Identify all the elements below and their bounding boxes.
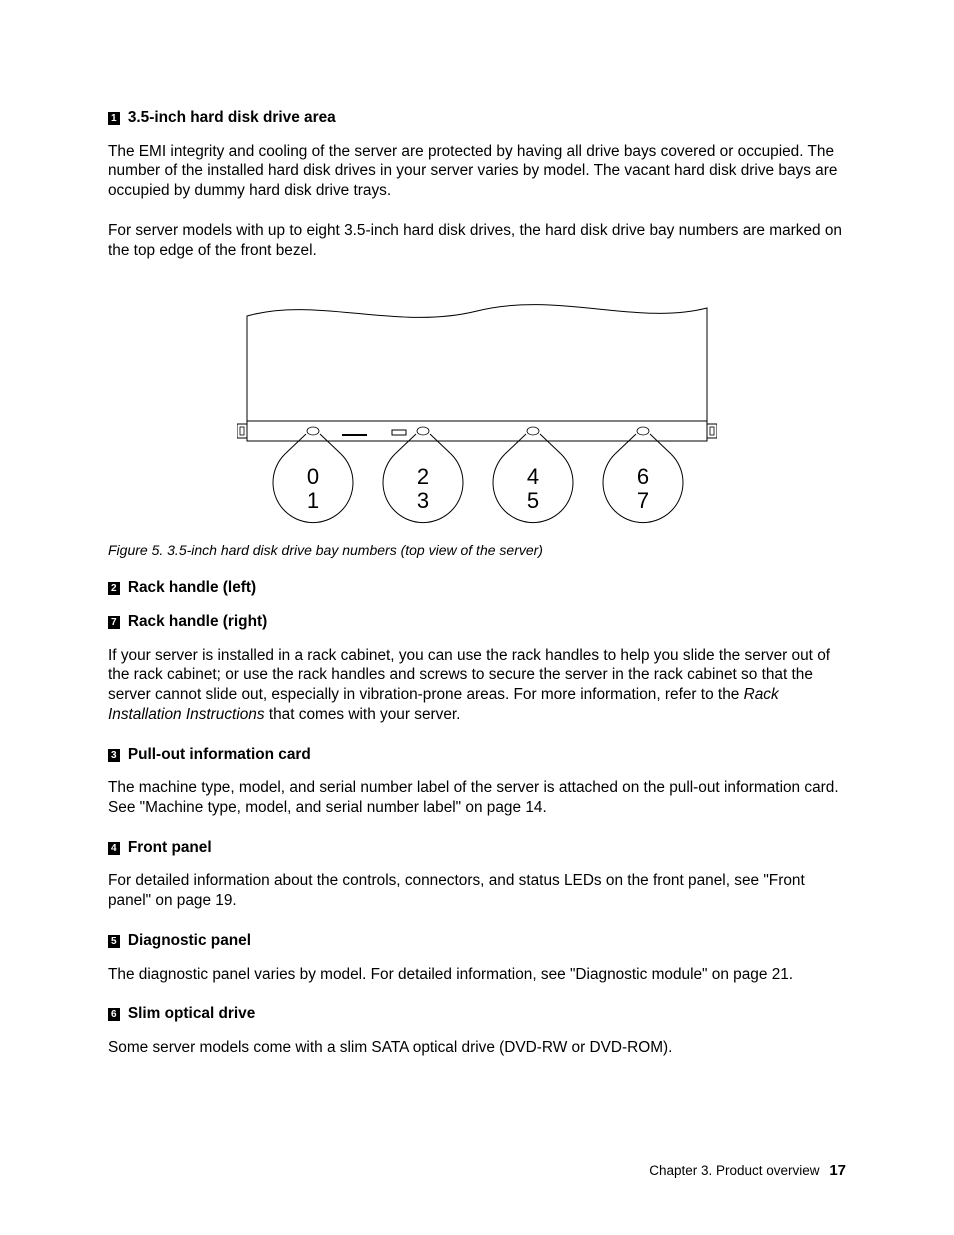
callout-badge-1: 1 [108,112,120,125]
callout-badge-6: 6 [108,1008,120,1021]
document-page: 1 3.5-inch hard disk drive area The EMI … [0,0,954,1235]
page-footer: Chapter 3. Product overview 17 [649,1161,846,1180]
text-run: that comes with your server. [265,706,461,723]
bay-label-bottom: 7 [637,488,649,513]
callout-3-heading: 3 Pull-out information card [108,745,846,765]
figure-drive-bay-numbers: 0 1 2 3 4 5 [237,286,717,526]
bay-label-bottom: 3 [417,488,429,513]
bay-label-top: 2 [417,464,429,489]
callout-title-4: Front panel [128,839,212,856]
callout-title-6: Slim optical drive [128,1005,255,1022]
text-run: If your server is installed in a rack ca… [108,647,830,703]
bay-label-top: 6 [637,464,649,489]
callout-7-heading: 7 Rack handle (right) [108,612,846,632]
callout-badge-3: 3 [108,749,120,762]
callout-4-heading: 4 Front panel [108,838,846,858]
callout-2-heading: 2 Rack handle (left) [108,578,846,598]
paragraph: If your server is installed in a rack ca… [108,646,846,725]
callout-1-heading: 1 3.5-inch hard disk drive area [108,108,846,128]
callout-badge-5: 5 [108,935,120,948]
callout-title-1: 3.5-inch hard disk drive area [128,109,336,126]
paragraph: The machine type, model, and serial numb… [108,778,846,817]
bay-label-bottom: 1 [307,488,319,513]
paragraph: The diagnostic panel varies by model. Fo… [108,965,846,985]
callout-5-heading: 5 Diagnostic panel [108,931,846,951]
footer-page-number: 17 [829,1162,846,1179]
callout-badge-4: 4 [108,842,120,855]
bay-label-top: 4 [527,464,539,489]
paragraph: For detailed information about the contr… [108,871,846,910]
footer-chapter: Chapter 3. Product overview [649,1163,819,1178]
callout-badge-7: 7 [108,616,120,629]
callout-6-heading: 6 Slim optical drive [108,1004,846,1024]
callout-title-7: Rack handle (right) [128,613,267,630]
paragraph: For server models with up to eight 3.5-i… [108,221,846,260]
callout-title-5: Diagnostic panel [128,932,251,949]
drive-bay-diagram: 0 1 2 3 4 5 [237,286,717,526]
paragraph: Some server models come with a slim SATA… [108,1038,846,1058]
bay-label-top: 0 [307,464,319,489]
figure-caption: Figure 5. 3.5-inch hard disk drive bay n… [108,542,846,560]
callout-badge-2: 2 [108,582,120,595]
callout-title-3: Pull-out information card [128,746,311,763]
paragraph: The EMI integrity and cooling of the ser… [108,142,846,201]
bay-label-bottom: 5 [527,488,539,513]
callout-title-2: Rack handle (left) [128,579,256,596]
